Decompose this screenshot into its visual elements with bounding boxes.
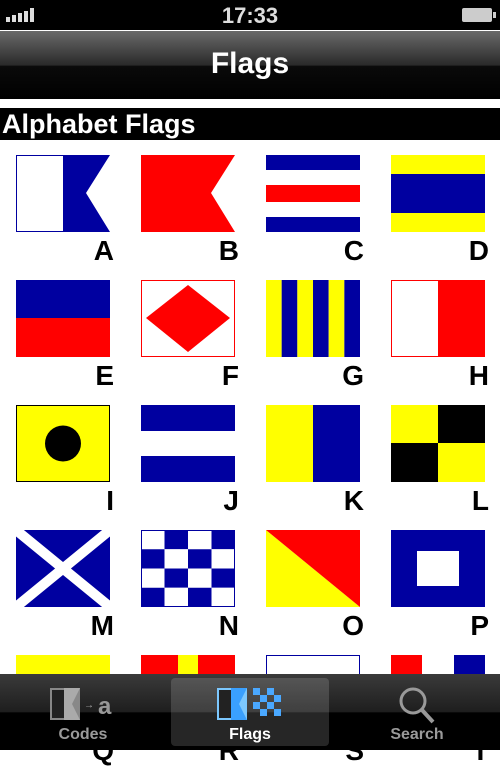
flag-item-l[interactable]: L bbox=[391, 405, 489, 525]
flag-item-i[interactable]: I bbox=[16, 405, 114, 525]
flag-item-f[interactable]: F bbox=[141, 280, 239, 400]
flag-item-o[interactable]: O bbox=[266, 530, 364, 650]
flag-letter: F bbox=[221, 360, 239, 391]
flag-h-icon bbox=[391, 280, 485, 357]
flag-g-icon bbox=[266, 280, 360, 357]
search-icon bbox=[399, 687, 435, 724]
flag-m-icon bbox=[16, 530, 110, 607]
flag-letter: A bbox=[93, 235, 114, 266]
page-title: Flags bbox=[0, 31, 500, 99]
flag-j-icon bbox=[141, 405, 235, 482]
flag-e-icon bbox=[16, 280, 110, 357]
flag-item-b[interactable]: B bbox=[141, 155, 239, 275]
flag-letter: L bbox=[471, 485, 489, 516]
flag-item-p[interactable]: P bbox=[391, 530, 489, 650]
flag-f-icon bbox=[141, 280, 235, 357]
flag-item-h[interactable]: H bbox=[391, 280, 489, 400]
flag-item-j[interactable]: J bbox=[141, 405, 239, 525]
flag-letter: I bbox=[106, 485, 114, 516]
section-header: Alphabet Flags bbox=[0, 108, 500, 140]
flag-letter: J bbox=[223, 485, 239, 516]
flag-n-icon bbox=[141, 530, 235, 607]
flag-item-m[interactable]: M bbox=[16, 530, 114, 650]
flag-b-icon bbox=[141, 155, 235, 232]
flag-letter: H bbox=[468, 360, 489, 391]
svg-text:→: → bbox=[84, 700, 94, 711]
flag-letter: E bbox=[95, 360, 114, 391]
flag-o-icon bbox=[266, 530, 360, 607]
flag-to-letter-icon: → a bbox=[50, 688, 112, 720]
flag-d-icon bbox=[391, 155, 485, 232]
flag-letter: B bbox=[218, 235, 239, 266]
flag-c-icon bbox=[266, 155, 360, 232]
flag-k-icon bbox=[266, 405, 360, 482]
tab-bar: → a Codes Flags Search bbox=[0, 674, 500, 750]
flag-letter: N bbox=[218, 610, 239, 641]
status-time: 17:33 bbox=[221, 3, 279, 28]
flag-letter: G bbox=[342, 360, 364, 391]
flags-icon bbox=[217, 688, 281, 720]
svg-text:a: a bbox=[98, 693, 112, 720]
status-bar: 17:33 bbox=[0, 0, 500, 30]
flag-item-e[interactable]: E bbox=[16, 280, 114, 400]
flag-letter: D bbox=[468, 235, 489, 266]
flag-a-icon bbox=[16, 155, 110, 232]
tab-flags[interactable]: Flags bbox=[171, 678, 329, 746]
flag-letter: P bbox=[470, 610, 489, 641]
flag-p-icon bbox=[391, 530, 485, 607]
flag-letter: C bbox=[343, 235, 364, 266]
flag-item-k[interactable]: K bbox=[266, 405, 364, 525]
flag-item-g[interactable]: G bbox=[266, 280, 364, 400]
flag-item-c[interactable]: C bbox=[266, 155, 364, 275]
battery-charging-icon bbox=[462, 8, 496, 22]
flag-i-icon bbox=[16, 405, 110, 482]
flag-item-n[interactable]: N bbox=[141, 530, 239, 650]
flag-item-a[interactable]: A bbox=[16, 155, 114, 275]
flag-letter: M bbox=[90, 610, 114, 641]
tab-search[interactable]: Search bbox=[338, 678, 496, 746]
flag-letter: O bbox=[342, 610, 364, 641]
flag-letter: K bbox=[343, 485, 364, 516]
flag-l-icon bbox=[391, 405, 485, 482]
flag-item-d[interactable]: D bbox=[391, 155, 489, 275]
tab-codes[interactable]: → a Codes bbox=[4, 678, 162, 746]
